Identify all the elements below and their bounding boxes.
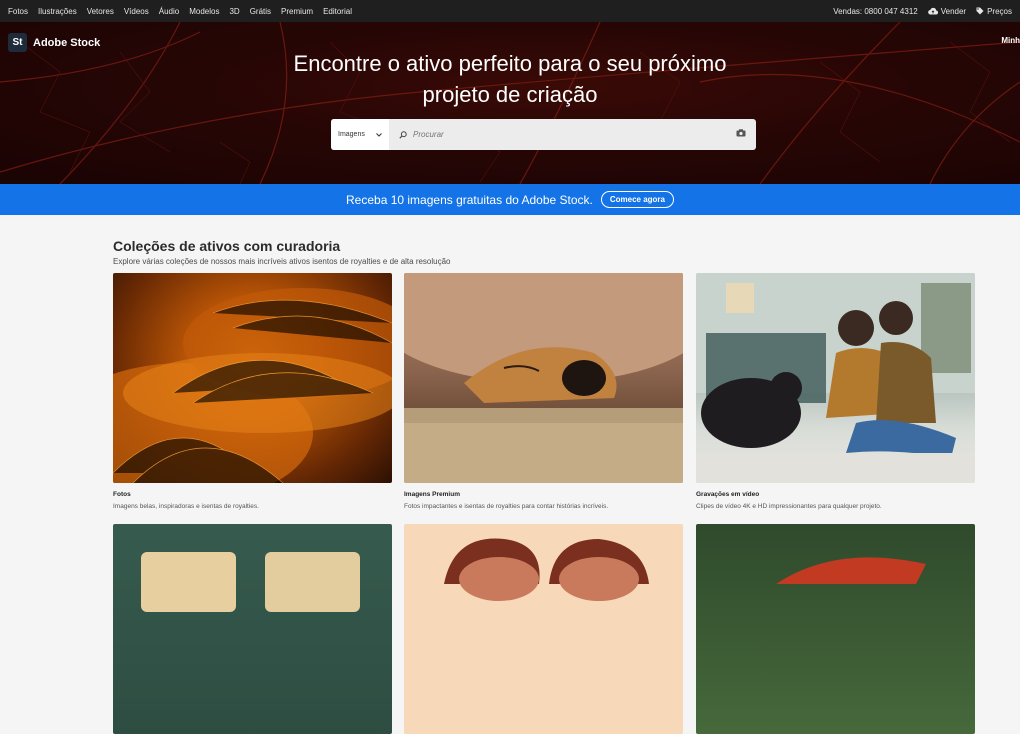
collection-card-video[interactable]: Gravações em vídeo Clipes de vídeo 4K e … bbox=[696, 273, 975, 510]
collection-card-photos[interactable]: Fotos Imagens belas, inspiradoras e isen… bbox=[113, 273, 392, 510]
pricing-link[interactable]: Preços bbox=[976, 7, 1012, 16]
nav-link-fotos[interactable]: Fotos bbox=[8, 7, 28, 16]
collection-image bbox=[404, 524, 683, 734]
start-now-button[interactable]: Comece agora bbox=[600, 191, 674, 208]
family-scene bbox=[696, 273, 975, 483]
sales-phone[interactable]: Vendas: 0800 047 4312 bbox=[833, 7, 918, 16]
family-dog-image bbox=[696, 273, 975, 483]
mushroom-gills bbox=[113, 288, 392, 483]
collection-image bbox=[113, 524, 392, 734]
collections-title: Coleções de ativos com curadoria bbox=[113, 238, 341, 254]
mushroom-image bbox=[113, 273, 392, 483]
chevron-down-icon bbox=[376, 132, 382, 137]
nav-link-premium[interactable]: Premium bbox=[281, 7, 313, 16]
cloud-upload-icon bbox=[927, 7, 938, 15]
search-bar: Imagens bbox=[331, 119, 756, 150]
asset-type-value: Imagens bbox=[338, 131, 365, 138]
collection-image bbox=[696, 524, 975, 734]
asset-type-select[interactable]: Imagens bbox=[331, 119, 389, 150]
sleeping-dog-image bbox=[404, 273, 683, 483]
promo-banner: Receba 10 imagens gratuitas do Adobe Sto… bbox=[0, 184, 1020, 215]
tag-icon bbox=[976, 7, 984, 15]
category-links: Fotos Ilustrações Vetores Vídeos Áudio M… bbox=[0, 7, 362, 16]
nav-link-vetores[interactable]: Vetores bbox=[87, 7, 114, 16]
sell-label: Vender bbox=[940, 6, 967, 16]
card-title: Fotos bbox=[113, 491, 131, 498]
brand-name: Adobe Stock bbox=[33, 36, 101, 49]
nav-link-ilustracoes[interactable]: Ilustrações bbox=[38, 7, 77, 16]
card-title: Imagens Premium bbox=[404, 491, 460, 498]
hero-title-line1: Encontre o ativo perfeito para o seu pró… bbox=[293, 51, 727, 76]
card-description: Clipes de vídeo 4K e HD impressionantes … bbox=[696, 503, 882, 510]
nav-link-videos[interactable]: Vídeos bbox=[124, 7, 149, 16]
promo-text: Receba 10 imagens gratuitas do Adobe Sto… bbox=[346, 192, 593, 207]
account-menu[interactable]: Minh bbox=[1001, 36, 1020, 45]
pricing-label: Preços bbox=[987, 6, 1012, 16]
card-description: Imagens belas, inspiradoras e isentas de… bbox=[113, 503, 259, 510]
camera-icon[interactable] bbox=[736, 129, 746, 137]
search-field bbox=[389, 119, 756, 150]
search-icon bbox=[399, 130, 407, 139]
collection-card-premium[interactable]: Imagens Premium Fotos impactantes e isen… bbox=[404, 273, 683, 510]
nav-link-modelos[interactable]: Modelos bbox=[189, 7, 219, 16]
search-input[interactable] bbox=[413, 130, 713, 139]
nav-link-editorial[interactable]: Editorial bbox=[323, 7, 352, 16]
top-nav: Fotos Ilustrações Vetores Vídeos Áudio M… bbox=[0, 0, 1020, 22]
collection-card-row2-1[interactable] bbox=[113, 524, 392, 734]
hero-banner: St Adobe Stock Minh Encontre o ativo per… bbox=[0, 22, 1020, 184]
nav-link-3d[interactable]: 3D bbox=[229, 7, 239, 16]
collection-image-art bbox=[444, 538, 649, 601]
collection-image-art bbox=[141, 552, 360, 612]
nav-link-audio[interactable]: Áudio bbox=[159, 7, 179, 16]
card-title: Gravações em vídeo bbox=[696, 491, 760, 498]
hero-title-line2: projeto de criação bbox=[422, 82, 598, 107]
collections-subtitle: Explore várias coleções de nossos mais i… bbox=[113, 257, 451, 266]
collection-card-row2-2[interactable] bbox=[404, 524, 683, 734]
card-description: Fotos impactantes e isentas de royalties… bbox=[404, 503, 609, 510]
collection-image-art bbox=[776, 557, 926, 584]
hero-title: Encontre o ativo perfeito para o seu pró… bbox=[0, 48, 1020, 110]
sell-link[interactable]: Vender bbox=[927, 6, 967, 16]
collection-card-row2-3[interactable] bbox=[696, 524, 975, 734]
dog-illustration bbox=[404, 273, 683, 483]
nav-link-gratis[interactable]: Grátis bbox=[250, 7, 271, 16]
